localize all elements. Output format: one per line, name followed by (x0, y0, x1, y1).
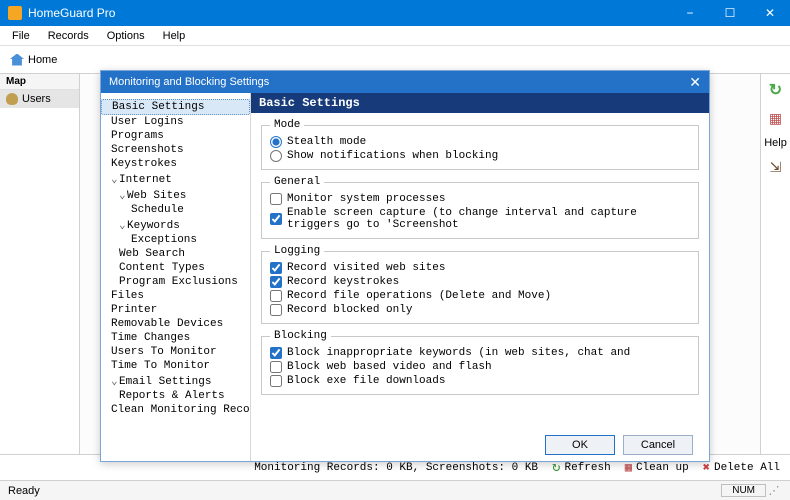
minimize-button[interactable]: − (670, 0, 710, 26)
dialog-titlebar: Monitoring and Blocking Settings ✕ (101, 71, 709, 93)
general-group: General Monitor system processes Enable … (261, 176, 699, 239)
tree-web-search[interactable]: Web Search (101, 247, 250, 261)
chevron-down-icon: ⌄ (111, 374, 119, 388)
menu-help[interactable]: Help (155, 28, 194, 44)
record-sites-check[interactable] (270, 262, 282, 274)
status-ready: Ready (8, 485, 40, 497)
tree-program-exclusions[interactable]: Program Exclusions (101, 275, 250, 289)
record-keys-check[interactable] (270, 276, 282, 288)
settings-tree: Basic Settings User Logins Programs Scre… (101, 93, 251, 461)
app-icon (8, 6, 22, 20)
menu-records[interactable]: Records (40, 28, 97, 44)
record-sites-label: Record visited web sites (287, 262, 445, 274)
right-toolbar: ↻ ▦ Help ⇲ (760, 74, 790, 454)
record-fileops-label: Record file operations (Delete and Move) (287, 290, 551, 302)
pin-icon[interactable]: ⇲ (770, 159, 782, 176)
user-icon (6, 93, 18, 105)
monitor-sys-label: Monitor system processes (287, 193, 445, 205)
chevron-down-icon: ⌄ (119, 218, 127, 232)
calendar-icon[interactable]: ▦ (769, 110, 782, 127)
stealth-label: Stealth mode (287, 136, 366, 148)
users-item[interactable]: Users (0, 90, 79, 108)
tree-keywords[interactable]: ⌄Keywords (101, 217, 250, 233)
dialog-title-text: Monitoring and Blocking Settings (109, 76, 689, 88)
mode-group: Mode Stealth mode Show notifications whe… (261, 119, 699, 170)
tree-basic-settings[interactable]: Basic Settings (101, 99, 250, 115)
tree-web-sites[interactable]: ⌄Web Sites (101, 187, 250, 203)
records-status: Monitoring Records: 0 KB, Screenshots: 0… (254, 462, 538, 474)
home-icon (10, 54, 24, 66)
tree-email-settings[interactable]: ⌄Email Settings (101, 373, 250, 389)
home-label: Home (28, 54, 57, 66)
cleanup-button[interactable]: ▦Clean up (625, 460, 689, 475)
logging-legend: Logging (270, 245, 324, 257)
logging-group: Logging Record visited web sites Record … (261, 245, 699, 324)
num-indicator: NUM (721, 484, 766, 497)
tree-programs[interactable]: Programs (101, 129, 250, 143)
menubar: File Records Options Help (0, 26, 790, 46)
tree-internet[interactable]: ⌄Internet (101, 171, 250, 187)
notif-radio[interactable] (270, 150, 282, 162)
tree-content-types[interactable]: Content Types (101, 261, 250, 275)
dialog-content: Basic Settings Mode Stealth mode Show no… (251, 93, 709, 461)
statusbar: Ready NUM ⋰ (0, 480, 790, 500)
enable-capture-check[interactable] (270, 213, 282, 225)
cancel-button[interactable]: Cancel (623, 435, 693, 455)
users-label: Users (22, 93, 51, 105)
tree-printer[interactable]: Printer (101, 303, 250, 317)
menu-file[interactable]: File (4, 28, 38, 44)
record-blocked-label: Record blocked only (287, 304, 412, 316)
monitor-sys-check[interactable] (270, 193, 282, 205)
tree-clean-records[interactable]: Clean Monitoring Records (101, 403, 250, 417)
blocking-legend: Blocking (270, 330, 331, 342)
menu-options[interactable]: Options (99, 28, 153, 44)
dialog-close-button[interactable]: ✕ (689, 74, 701, 91)
resize-grip-icon: ⋰ (766, 484, 782, 497)
chevron-down-icon: ⌄ (111, 172, 119, 186)
tree-schedule[interactable]: Schedule (101, 203, 250, 217)
maximize-button[interactable]: ☐ (710, 0, 750, 26)
delete-icon: ✖ (703, 460, 710, 475)
block-video-label: Block web based video and flash (287, 361, 492, 373)
block-exe-label: Block exe file downloads (287, 375, 445, 387)
tree-users-to-monitor[interactable]: Users To Monitor (101, 345, 250, 359)
block-exe-check[interactable] (270, 375, 282, 387)
settings-dialog: Monitoring and Blocking Settings ✕ Basic… (100, 70, 710, 462)
tree-files[interactable]: Files (101, 289, 250, 303)
record-keys-label: Record keystrokes (287, 276, 399, 288)
enable-capture-label: Enable screen capture (to change interva… (287, 207, 690, 231)
block-video-check[interactable] (270, 361, 282, 373)
notif-label: Show notifications when blocking (287, 150, 498, 162)
tree-keystrokes[interactable]: Keystrokes (101, 157, 250, 171)
general-legend: General (270, 176, 324, 188)
map-header: Map (0, 74, 79, 90)
stealth-radio[interactable] (270, 136, 282, 148)
refresh-icon[interactable]: ↻ (769, 80, 782, 100)
cleanup-icon: ▦ (625, 460, 632, 475)
help-label[interactable]: Help (764, 137, 787, 149)
close-button[interactable]: ✕ (750, 0, 790, 26)
tree-removable[interactable]: Removable Devices (101, 317, 250, 331)
record-blocked-check[interactable] (270, 304, 282, 316)
tree-screenshots[interactable]: Screenshots (101, 143, 250, 157)
tree-user-logins[interactable]: User Logins (101, 115, 250, 129)
block-keywords-check[interactable] (270, 347, 282, 359)
main-area: Monitoring and Blocking Settings ✕ Basic… (80, 74, 760, 454)
left-panel: Map Users (0, 74, 80, 454)
home-button[interactable]: Home (0, 51, 67, 69)
blocking-group: Blocking Block inappropriate keywords (i… (261, 330, 699, 395)
block-keywords-label: Block inappropriate keywords (in web sit… (287, 347, 630, 359)
section-header: Basic Settings (251, 93, 709, 113)
delete-all-button[interactable]: ✖Delete All (703, 460, 780, 475)
chevron-down-icon: ⌄ (119, 188, 127, 202)
app-title: HomeGuard Pro (28, 6, 670, 20)
tree-exceptions[interactable]: Exceptions (101, 233, 250, 247)
tree-time-to-monitor[interactable]: Time To Monitor (101, 359, 250, 373)
mode-legend: Mode (270, 119, 304, 131)
tree-reports[interactable]: Reports & Alerts (101, 389, 250, 403)
ok-button[interactable]: OK (545, 435, 615, 455)
titlebar: HomeGuard Pro − ☐ ✕ (0, 0, 790, 26)
tree-time-changes[interactable]: Time Changes (101, 331, 250, 345)
record-fileops-check[interactable] (270, 290, 282, 302)
